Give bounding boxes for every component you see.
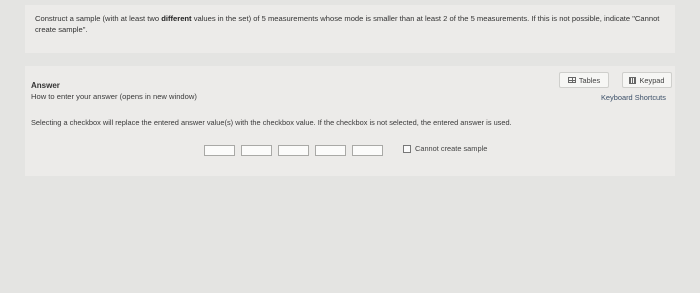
question-text: Construct a sample (with at least two di… [35,13,665,35]
cannot-create-sample-option[interactable]: Cannot create sample [403,144,487,153]
answer-heading: Answer [31,81,60,90]
answer-input-1[interactable] [204,145,235,156]
question-text-start: Construct a sample (with at least two [35,14,162,23]
keypad-label: Keypad [639,75,665,85]
tables-label: Tables [578,75,601,85]
cannot-create-sample-checkbox[interactable] [403,144,411,153]
answer-input-5[interactable] [352,145,383,156]
cannot-create-sample-label: Cannot create sample [415,144,488,153]
keypad-button[interactable]: Keypad [622,72,672,88]
keypad-icon [629,76,637,84]
answer-input-4[interactable] [315,145,346,156]
question-emphasis: different [161,14,192,23]
question-panel: Construct a sample (with at least two di… [25,5,675,53]
checkbox-instructions: Selecting a checkbox will replace the en… [31,118,512,127]
answer-input-3[interactable] [278,145,309,156]
keyboard-shortcuts-link[interactable]: Keyboard Shortcuts [601,93,666,102]
answer-input-2[interactable] [241,145,272,156]
how-to-enter-answer-link[interactable]: How to enter your answer (opens in new w… [31,92,197,101]
answer-input-group [204,145,383,156]
answer-panel: Answer How to enter your answer (opens i… [25,66,675,176]
table-icon [567,77,576,83]
tables-button[interactable]: Tables [559,72,609,88]
